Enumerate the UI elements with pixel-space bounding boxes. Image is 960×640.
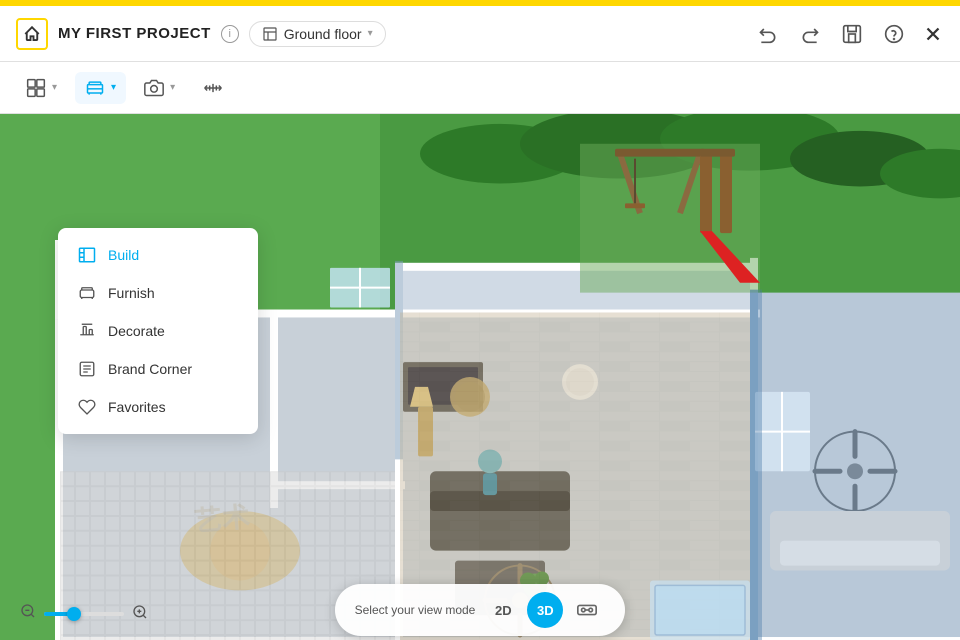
- home-icon: [16, 18, 48, 50]
- build-icon: [78, 246, 96, 264]
- help-button[interactable]: [880, 20, 908, 48]
- menu-item-furnish[interactable]: Furnish: [58, 274, 258, 312]
- zoom-slider[interactable]: [44, 612, 124, 616]
- decorate-icon: [78, 322, 96, 340]
- info-button[interactable]: i: [221, 25, 239, 43]
- furnish-label: Furnish: [108, 285, 155, 301]
- floorplan-chevron: ▾: [52, 82, 57, 93]
- floorplan-tool[interactable]: ▾: [16, 72, 67, 104]
- brand-icon: [78, 360, 96, 378]
- view-mode-2d[interactable]: 2D: [485, 592, 521, 628]
- camera-chevron: ▾: [170, 82, 175, 93]
- furniture-chevron: ▾: [111, 82, 116, 93]
- menu-item-favorites[interactable]: Favorites: [58, 388, 258, 426]
- zoom-slider-thumb[interactable]: [67, 607, 81, 621]
- build-label: Build: [108, 247, 139, 263]
- menu-item-decorate[interactable]: Decorate: [58, 312, 258, 350]
- zoom-bar: [20, 603, 148, 624]
- save-button[interactable]: [838, 20, 866, 48]
- header-right: [754, 20, 944, 48]
- zoom-out-icon[interactable]: [20, 603, 36, 624]
- close-button[interactable]: [922, 23, 944, 45]
- header-left: MY FIRST PROJECT i Ground floor ▾: [16, 18, 754, 50]
- menu-item-brand-corner[interactable]: Brand Corner: [58, 350, 258, 388]
- furniture-tool[interactable]: ▾: [75, 72, 126, 104]
- dropdown-menu: Build Furnish Decorate Brand: [58, 228, 258, 434]
- favorites-label: Favorites: [108, 399, 166, 415]
- undo-button[interactable]: [754, 20, 782, 48]
- measure-tool[interactable]: [193, 72, 233, 104]
- view-mode-3d[interactable]: 3D: [527, 592, 563, 628]
- brand-corner-label: Brand Corner: [108, 361, 192, 377]
- decorate-label: Decorate: [108, 323, 165, 339]
- canvas-area[interactable]: 艺术: [0, 114, 960, 640]
- zoom-in-icon[interactable]: [132, 604, 148, 623]
- camera-tool[interactable]: ▾: [134, 72, 185, 104]
- heart-icon: [78, 398, 96, 416]
- redo-button[interactable]: [796, 20, 824, 48]
- toolbar: ▾ ▾ ▾: [0, 62, 960, 114]
- floor-label: Ground floor: [284, 26, 362, 42]
- menu-item-build[interactable]: Build: [58, 236, 258, 274]
- view-mode-label: Select your view mode: [355, 603, 476, 617]
- floor-selector[interactable]: Ground floor ▾: [249, 21, 386, 47]
- view-mode-vr[interactable]: [569, 592, 605, 628]
- header: MY FIRST PROJECT i Ground floor ▾: [0, 6, 960, 62]
- view-mode-panel: Select your view mode 2D 3D: [335, 584, 626, 636]
- project-title: MY FIRST PROJECT: [58, 25, 211, 42]
- chevron-down-icon: ▾: [368, 28, 373, 39]
- furnish-icon: [78, 284, 96, 302]
